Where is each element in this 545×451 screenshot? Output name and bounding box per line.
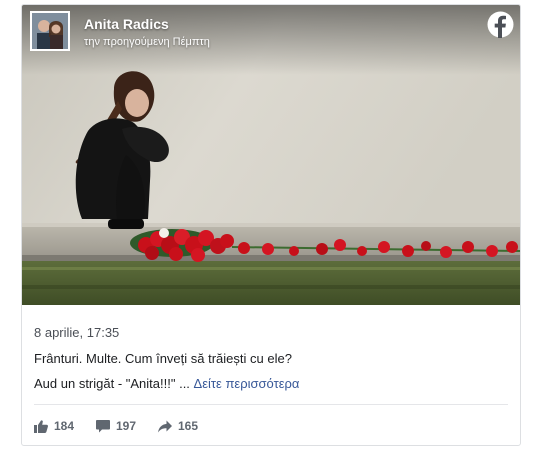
author-name-link[interactable]: Anita Radics: [84, 16, 169, 32]
post-date: 8 aprilie, 17:35: [34, 325, 120, 340]
post-caption: 8 aprilie, 17:35 Frânturi. Multe. Cum în…: [34, 325, 504, 401]
facebook-icon[interactable]: [487, 11, 514, 38]
post-time-ago[interactable]: την προηγούμενη Πέμπτη: [84, 36, 210, 48]
share-arrow-icon: [158, 420, 172, 432]
post-text-line-1: Frânturi. Multe. Cum înveți să trăiești …: [34, 351, 292, 366]
post-text-line-2: Aud un strigăt - "Anita!!!" ... Δείτε πε…: [34, 376, 504, 392]
divider: [34, 404, 508, 405]
comments-count: 197: [116, 419, 137, 433]
post-text-line-2-content: Aud un strigăt - "Anita!!!" ...: [34, 376, 190, 391]
likes-count: 184: [54, 419, 75, 433]
comment-icon: [96, 419, 110, 432]
avatar[interactable]: [30, 11, 70, 51]
see-more-link[interactable]: Δείτε περισσότερα: [194, 376, 300, 391]
shares-count: 165: [178, 419, 199, 433]
thumbs-up-icon: [34, 419, 48, 433]
comments-stat[interactable]: 197: [96, 417, 136, 435]
shares-stat[interactable]: 165: [158, 417, 198, 435]
likes-stat[interactable]: 184: [34, 417, 74, 435]
facebook-post-card: Anita Radics την προηγούμενη Πέμπτη 8 ap…: [21, 4, 521, 446]
post-header: Anita Radics την προηγούμενη Πέμπτη: [22, 5, 520, 65]
